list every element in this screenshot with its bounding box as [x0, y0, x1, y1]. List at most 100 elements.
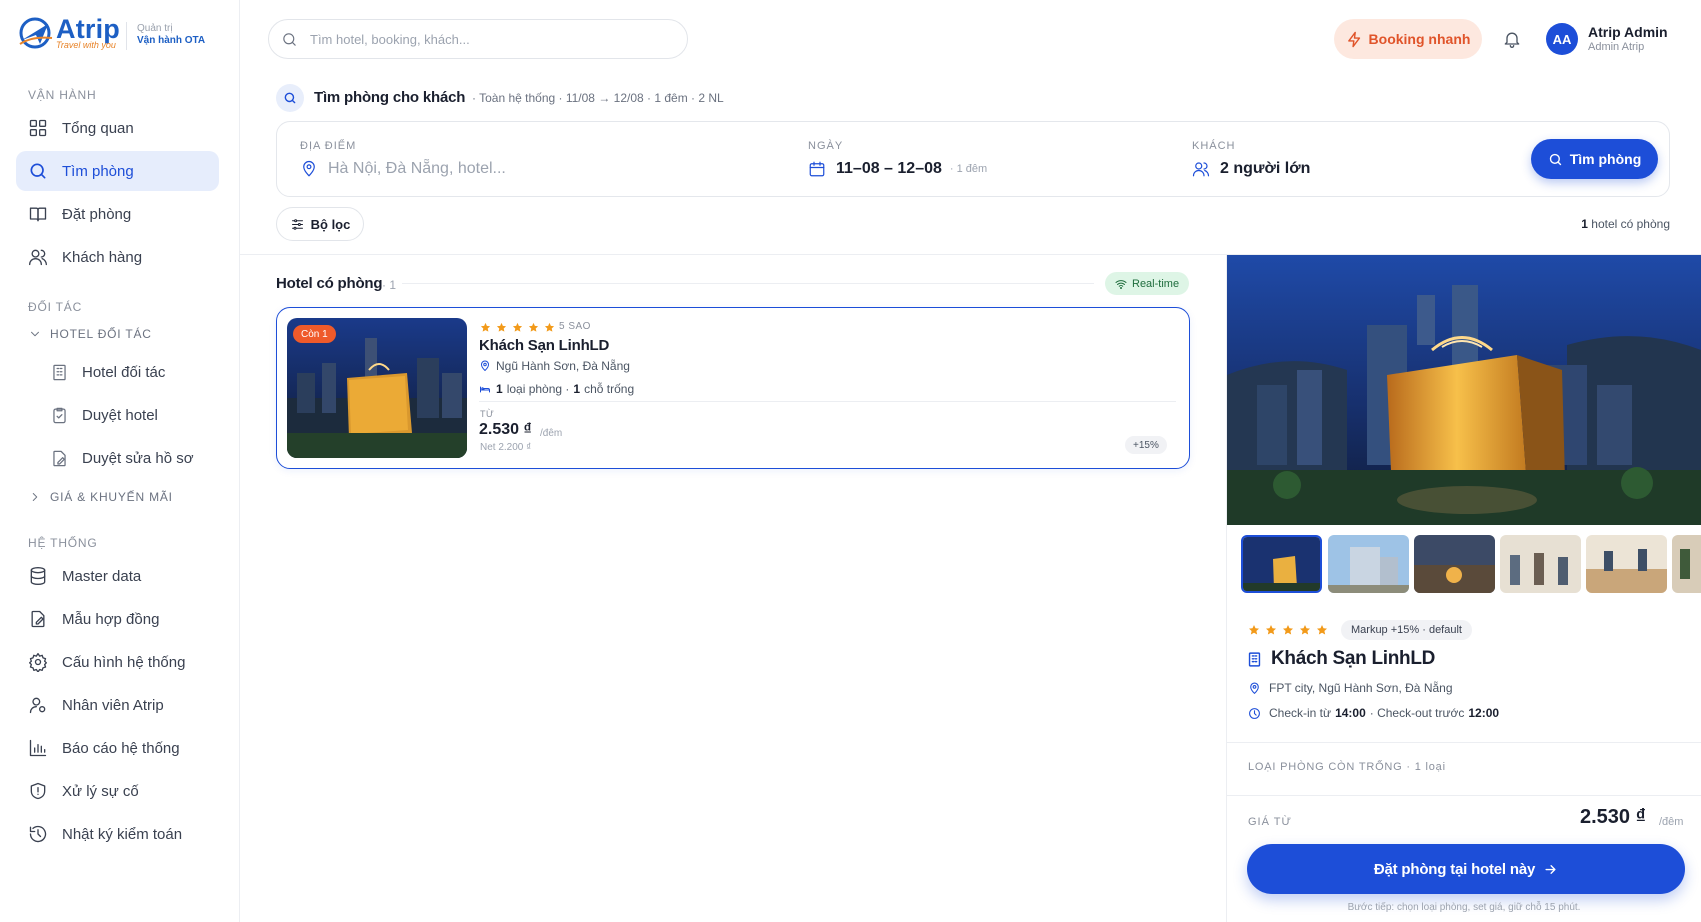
map-pin-icon: [481, 360, 489, 371]
guest-field[interactable]: 2 người lớn: [1192, 160, 1310, 178]
gallery-thumb[interactable]: [1328, 535, 1409, 593]
detail-price: 2.530 ₫: [1580, 806, 1646, 828]
wifi-icon: [1115, 279, 1127, 289]
lightning-icon: [1347, 31, 1360, 47]
nav-label: Hotel đối tác: [82, 363, 166, 381]
brand-role-top: Quản trị: [137, 23, 173, 34]
database-icon: [30, 567, 46, 585]
list-count: · 1: [382, 278, 397, 292]
star-icon: [1300, 625, 1310, 635]
star-icon: [528, 322, 539, 332]
gallery-thumb[interactable]: [1414, 535, 1495, 593]
nav-master-data[interactable]: Master data: [16, 556, 219, 596]
brand-role-bottom: Vận hành OTA: [137, 35, 206, 46]
checkin-label: Check-in từ: [1269, 706, 1332, 720]
building-icon: [1248, 651, 1261, 667]
gear-icon: [29, 653, 47, 672]
hotel-main-photo: [1227, 255, 1701, 525]
user-name: Atrip Admin: [1588, 24, 1668, 40]
nav-khach-hang[interactable]: Khách hàng: [16, 237, 219, 277]
date-field[interactable]: 11–08 – 12–08 · 1 đêm: [808, 160, 987, 178]
bed-icon: [480, 386, 490, 393]
guest-label: KHÁCH: [1192, 140, 1236, 152]
date-label: NGÀY: [808, 140, 844, 152]
gallery-thumb[interactable]: [1586, 535, 1667, 593]
nav-tong-quan[interactable]: Tổng quan: [16, 108, 219, 148]
nav-hotel-doi-tac[interactable]: Hotel đối tác: [50, 352, 165, 392]
detail-address-text: FPT city, Ngũ Hành Sơn, Đà Nẵng: [1269, 681, 1453, 695]
gallery-thumb[interactable]: [1241, 535, 1322, 593]
nav-label: Khách hàng: [62, 248, 143, 266]
group-hotel-doi-tac[interactable]: HOTEL ĐỐI TÁC: [28, 327, 152, 341]
nav-duyet-sua-ho-so[interactable]: Duyệt sửa hồ sơ: [50, 438, 194, 478]
nav-label: Báo cáo hệ thống: [62, 739, 180, 757]
users-icon: [29, 249, 47, 266]
book-icon: [29, 207, 47, 222]
hotel-location-text: Ngũ Hành Sơn, Đà Nẵng: [496, 359, 630, 373]
nav-dat-phong[interactable]: Đặt phòng: [16, 194, 219, 234]
next-step-note: Bước tiếp: chọn loại phòng, set giá, giữ…: [1347, 902, 1581, 913]
search-icon: [283, 32, 296, 46]
free-slot-text: chỗ trống: [584, 382, 635, 396]
location-field[interactable]: Hà Nội, Đà Nẵng, hotel...: [300, 160, 506, 178]
nights-value: · 1 đêm: [949, 163, 988, 175]
checkin-time: 14:00: [1335, 706, 1366, 720]
hotel-stars: [480, 322, 555, 333]
book-at-hotel-label: Đặt phòng tại hotel này: [1373, 860, 1536, 878]
detail-markup-badge: Markup +15% · default: [1341, 620, 1472, 640]
book-at-hotel-button[interactable]: Đặt phòng tại hotel này: [1247, 844, 1685, 894]
star-icon: [496, 322, 507, 332]
search-heading-icon: [276, 84, 304, 112]
user-staff-icon: [29, 697, 46, 714]
nav-tim-phong[interactable]: Tìm phòng: [16, 151, 219, 191]
filter-button[interactable]: Bộ lọc: [276, 207, 364, 241]
gallery-thumb[interactable]: [1500, 535, 1581, 593]
brand-tagline: Travel with you: [56, 40, 116, 50]
location-placeholder: Hà Nội, Đà Nẵng, hotel...: [328, 160, 506, 177]
section-ops: VẬN HÀNH: [28, 88, 97, 102]
bell-icon[interactable]: [1502, 29, 1522, 49]
page-title: Tìm phòng cho khách: [314, 89, 466, 106]
bar-chart-icon: [29, 739, 47, 757]
quick-booking-button[interactable]: Booking nhanh: [1334, 19, 1482, 59]
thumb-image: [1328, 535, 1409, 593]
search-icon: [30, 163, 46, 179]
hotel-price: 2.530 ₫: [479, 421, 532, 438]
sidebar: Atrip Travel with you Quản trị Vận hành …: [0, 0, 240, 922]
group-gia-khuyen-mai[interactable]: GIÁ & KHUYẾN MÃI: [28, 490, 173, 504]
nav-duyet-hotel[interactable]: Duyệt hotel: [50, 395, 158, 435]
star-icon: [480, 322, 491, 332]
group-label: GIÁ & KHUYẾN MÃI: [50, 490, 173, 504]
nav-cau-hinh[interactable]: Cấu hình hệ thống: [16, 642, 219, 682]
nav-mau-hop-dong[interactable]: Mẫu hợp đồng: [16, 599, 219, 639]
thumb-image: [1672, 535, 1701, 593]
clipboard-check-icon: [53, 407, 66, 423]
star-icon: [1283, 625, 1293, 635]
thumb-image: [1243, 537, 1320, 591]
nav-bao-cao[interactable]: Báo cáo hệ thống: [16, 728, 219, 768]
gallery-thumb[interactable]: [1672, 535, 1701, 593]
star-icon: [1317, 625, 1327, 635]
availability-badge: Còn 1: [293, 325, 336, 343]
hotel-name[interactable]: Khách Sạn LinhLD: [479, 337, 609, 354]
arrow-right-icon: [1545, 864, 1556, 874]
thumb-image: [1586, 535, 1667, 593]
detail-hotel-name-text: Khách Sạn LinhLD: [1271, 648, 1436, 669]
nav-xu-ly-su-co[interactable]: Xử lý sự cố: [16, 771, 219, 811]
user-role: Admin Atrip: [1588, 41, 1645, 53]
global-search-input[interactable]: Tìm hotel, booking, khách...: [268, 19, 688, 59]
find-room-button[interactable]: Tìm phòng: [1531, 139, 1658, 179]
file-edit-icon: [53, 450, 66, 466]
avatar[interactable]: AA: [1546, 23, 1578, 55]
free-slot-count: 1: [573, 382, 581, 396]
detail-hotel-name: Khách Sạn LinhLD: [1246, 648, 1435, 670]
nav-nhat-ky[interactable]: Nhật ký kiểm toán: [16, 814, 219, 854]
nav-nhan-vien[interactable]: Nhân viên Atrip: [16, 685, 219, 725]
hotel-location: Ngũ Hành Sơn, Đà Nẵng: [479, 359, 630, 373]
thumb-image: [1500, 535, 1581, 593]
chevron-right-icon: [32, 493, 38, 501]
search-icon: [284, 92, 296, 104]
clock-icon: [1249, 707, 1260, 719]
card-divider: [479, 401, 1176, 402]
result-count-num: 1: [1581, 217, 1588, 231]
